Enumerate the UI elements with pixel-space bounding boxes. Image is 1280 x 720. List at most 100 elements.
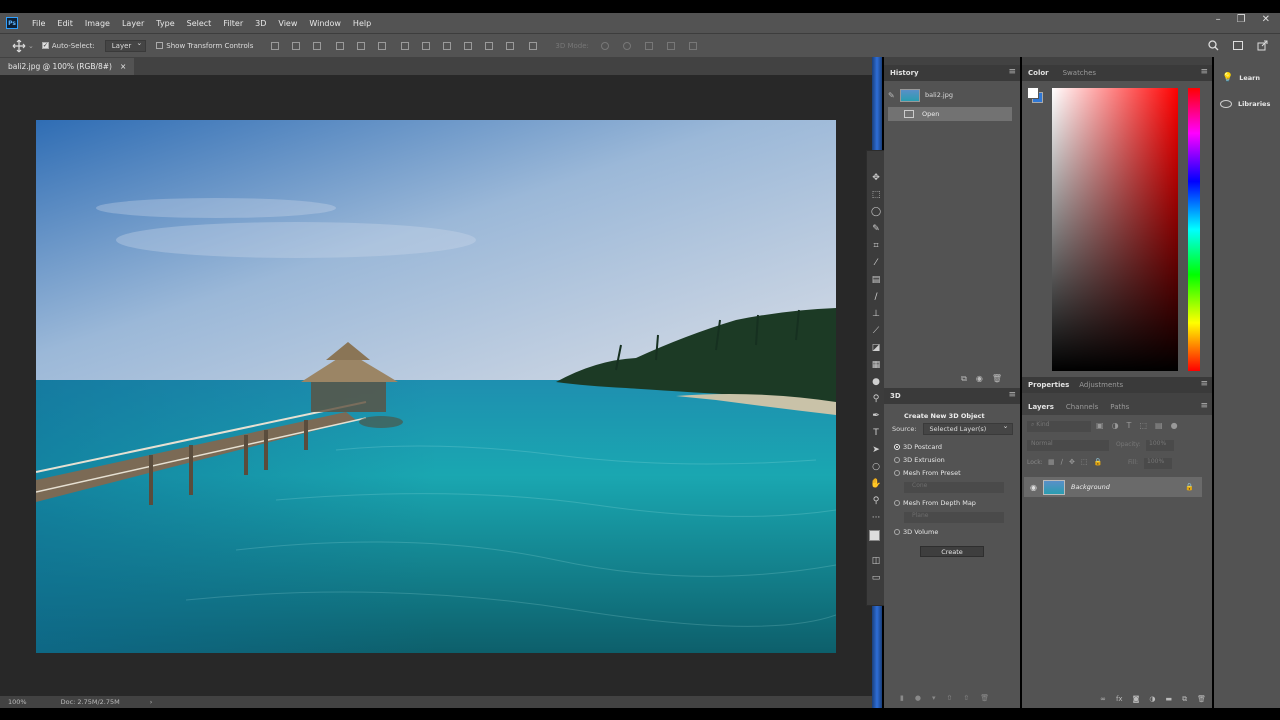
align-top-icon[interactable] xyxy=(271,41,280,50)
lock-image-icon[interactable]: ∕ xyxy=(1061,458,1063,466)
clone-stamp-tool-icon[interactable]: ⊥ xyxy=(867,305,885,322)
auto-align-icon[interactable] xyxy=(529,41,538,50)
screen-mode-icon[interactable]: ▭ xyxy=(867,569,885,586)
3d-slide-icon[interactable] xyxy=(666,41,675,50)
libraries-button[interactable]: Libraries xyxy=(1220,100,1270,108)
properties-tab[interactable]: Properties xyxy=(1028,381,1069,389)
pen-tool-icon[interactable]: ✒ xyxy=(867,407,885,424)
foreground-color-icon[interactable] xyxy=(869,530,880,541)
minimize-button[interactable]: – xyxy=(1216,14,1221,25)
panel-menu-icon[interactable]: ≡ xyxy=(1008,67,1016,77)
3d-scene-icon[interactable]: ▮ xyxy=(900,694,904,702)
new-snapshot-icon[interactable]: ◉ xyxy=(976,374,983,384)
distribute-bottom-icon[interactable] xyxy=(443,41,452,50)
quick-mask-icon[interactable]: ◫ xyxy=(867,552,885,569)
brush-tool-icon[interactable]: ∕ xyxy=(867,288,885,305)
depth-map-dropdown[interactable]: Plane xyxy=(904,512,1004,523)
menu-edit[interactable]: Edit xyxy=(51,19,79,28)
hand-tool-icon[interactable]: ✋ xyxy=(867,475,885,492)
layer-lock-icon[interactable]: 🔒 xyxy=(1185,483,1194,491)
menu-type[interactable]: Type xyxy=(150,19,180,28)
preset-dropdown[interactable]: Cone xyxy=(904,482,1004,493)
align-right-icon[interactable] xyxy=(378,41,387,50)
eraser-tool-icon[interactable]: ◪ xyxy=(867,339,885,356)
3d-volume-option[interactable]: 3D Volume xyxy=(894,528,938,536)
delete-layer-icon[interactable]: 🗑 xyxy=(1197,695,1206,704)
3d-scale-icon[interactable] xyxy=(688,41,697,50)
align-hcenter-icon[interactable] xyxy=(357,41,366,50)
3d-rotate-icon[interactable] xyxy=(600,41,609,50)
document-tab[interactable]: bali2.jpg @ 100% (RGB/8#) × xyxy=(0,58,135,75)
delete-state-icon[interactable]: 🗑 xyxy=(992,374,1002,384)
menu-image[interactable]: Image xyxy=(79,19,116,28)
new-document-from-state-icon[interactable]: ⧉ xyxy=(961,374,967,384)
menu-filter[interactable]: Filter xyxy=(217,19,249,28)
hue-slider[interactable] xyxy=(1188,88,1200,371)
opacity-field[interactable]: 100% xyxy=(1146,440,1174,451)
menu-help[interactable]: Help xyxy=(347,19,377,28)
create-button[interactable]: Create xyxy=(920,546,984,557)
dodge-tool-icon[interactable]: ⚲ xyxy=(867,390,885,407)
3d-postcard-option[interactable]: 3D Postcard xyxy=(894,443,942,451)
learn-button[interactable]: 💡 Learn xyxy=(1222,73,1260,83)
filter-shape-icon[interactable]: ⬚ xyxy=(1139,421,1147,430)
lock-artboard-icon[interactable]: ⬚ xyxy=(1081,458,1088,466)
distribute-right-icon[interactable] xyxy=(506,41,515,50)
history-brush-source-icon[interactable]: ✎ xyxy=(888,91,896,100)
menu-3d[interactable]: 3D xyxy=(249,19,272,28)
quick-select-tool-icon[interactable]: ✎ xyxy=(867,220,885,237)
zoom-tool-icon[interactable]: ⚲ xyxy=(867,492,885,509)
3d-extrusion-option[interactable]: 3D Extrusion xyxy=(894,456,945,464)
layer-row-background[interactable]: ◉ Background 🔒 xyxy=(1024,477,1202,497)
source-dropdown[interactable]: Selected Layer(s) xyxy=(922,422,1013,435)
color-field[interactable] xyxy=(1052,88,1178,371)
align-left-icon[interactable] xyxy=(336,41,345,50)
move-tool-preset[interactable]: ⌄ xyxy=(12,39,34,53)
search-icon[interactable] xyxy=(1208,40,1219,51)
adjustments-tab[interactable]: Adjustments xyxy=(1079,381,1123,389)
color-tab[interactable]: Color xyxy=(1028,69,1049,77)
gradient-tool-icon[interactable]: ▦ xyxy=(867,356,885,373)
healing-brush-tool-icon[interactable]: ▤ xyxy=(867,271,885,288)
distribute-top-icon[interactable] xyxy=(401,41,410,50)
crop-tool-icon[interactable]: ⌗ xyxy=(867,237,885,254)
lock-all-icon[interactable]: 🔒 xyxy=(1093,458,1102,466)
move-tool-icon[interactable]: ✥ xyxy=(867,169,885,186)
3d-tab[interactable]: 3D xyxy=(890,392,901,400)
show-transform-controls-checkbox[interactable]: Show Transform Controls xyxy=(156,42,253,50)
paths-tab[interactable]: Paths xyxy=(1110,403,1129,411)
distribute-left-icon[interactable] xyxy=(464,41,473,50)
panel-menu-icon[interactable]: ≡ xyxy=(1200,67,1208,77)
share-icon[interactable] xyxy=(1257,40,1268,51)
workspace-icon[interactable] xyxy=(1233,41,1243,50)
3d-delete-icon[interactable]: 🗑 xyxy=(980,694,989,702)
3d-filter-icon[interactable]: ▾ xyxy=(932,694,936,702)
panel-menu-icon[interactable]: ≡ xyxy=(1200,401,1208,411)
close-tab-icon[interactable]: × xyxy=(120,62,126,71)
new-adjustment-layer-icon[interactable]: ◑ xyxy=(1149,695,1155,704)
new-layer-icon[interactable]: ⧉ xyxy=(1182,695,1187,704)
history-snapshot[interactable]: ✎ bali2.jpg xyxy=(888,87,1012,103)
3d-export-icon[interactable]: ⇧ xyxy=(963,694,969,702)
distribute-hcenter-icon[interactable] xyxy=(485,41,494,50)
visibility-eye-icon[interactable]: ◉ xyxy=(1030,483,1037,492)
menu-view[interactable]: View xyxy=(272,19,303,28)
filter-smart-object-icon[interactable]: ▤ xyxy=(1155,421,1163,430)
filter-adjustment-icon[interactable]: ◑ xyxy=(1112,421,1119,430)
history-brush-tool-icon[interactable]: ⟋ xyxy=(867,322,885,339)
path-selection-tool-icon[interactable]: ➤ xyxy=(867,441,885,458)
new-group-icon[interactable]: ▬ xyxy=(1165,695,1172,704)
restore-button[interactable]: ❐ xyxy=(1237,14,1246,25)
link-layers-icon[interactable]: ∞ xyxy=(1100,695,1106,704)
lock-position-icon[interactable]: ✥ xyxy=(1069,458,1075,466)
menu-file[interactable]: File xyxy=(26,19,51,28)
auto-select-target-dropdown[interactable]: Layer xyxy=(104,39,147,52)
status-menu-arrow[interactable]: › xyxy=(150,698,153,706)
menu-layer[interactable]: Layer xyxy=(116,19,150,28)
distribute-vcenter-icon[interactable] xyxy=(422,41,431,50)
mesh-from-depth-map-option[interactable]: Mesh From Depth Map xyxy=(894,499,976,507)
foreground-color-swatch[interactable] xyxy=(1027,87,1039,99)
align-vcenter-icon[interactable] xyxy=(292,41,301,50)
lock-transparent-icon[interactable]: ▦ xyxy=(1048,458,1055,466)
3d-light-icon[interactable]: ● xyxy=(915,694,921,702)
